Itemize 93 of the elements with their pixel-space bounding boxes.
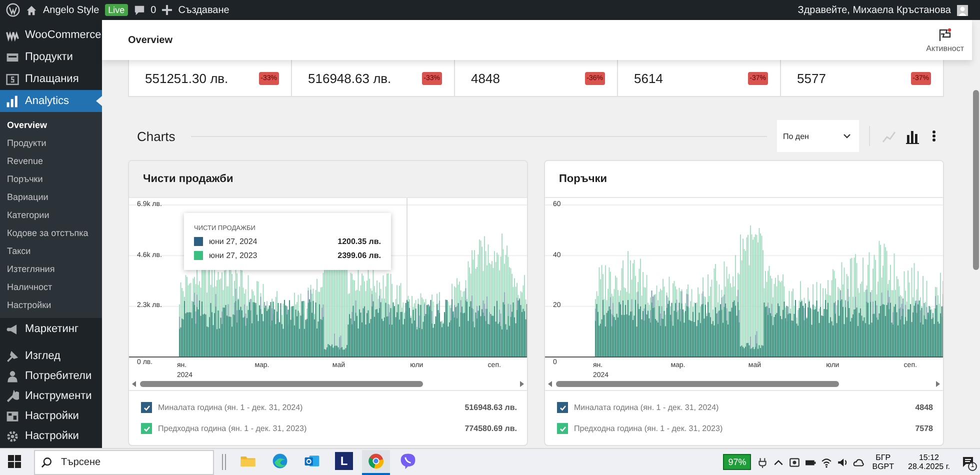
megaphone-icon (6, 322, 19, 336)
legend-value: 4848 (915, 403, 933, 412)
box-icon (6, 50, 19, 64)
comment-count: 0 (150, 4, 156, 16)
submenu-item[interactable]: Настройки (0, 296, 102, 314)
sidebar-item[interactable]: Потребители (0, 366, 102, 386)
edge-icon (271, 452, 289, 470)
section-title: Charts (137, 128, 176, 144)
dollar-icon (6, 72, 19, 86)
wrench-icon (6, 390, 19, 402)
legend-label: Предходна година (ян. 1 - дек. 31, 2023) (574, 424, 723, 433)
submenu-item[interactable]: Overview (0, 116, 102, 134)
sidebar-item[interactable]: Инструменти (0, 386, 102, 406)
new-content-link[interactable]: Създаване (178, 4, 230, 16)
submenu-item[interactable]: Такси (0, 242, 102, 260)
avatar-icon[interactable] (957, 4, 968, 16)
sidebar-item[interactable]: Настройки (0, 426, 102, 446)
chat-bubble-icon (399, 452, 417, 470)
taskbar-app-button[interactable]: L (330, 450, 358, 474)
sidebar-item[interactable]: Плащания (0, 68, 102, 90)
stat-value: 551251.30 лв. (145, 70, 228, 86)
legend-checkbox[interactable] (141, 402, 152, 413)
scroll-left-icon[interactable] (548, 381, 553, 387)
scrollbar-thumb[interactable] (973, 90, 979, 270)
bar-chart-icon (905, 128, 920, 144)
stat-value: 5614 (634, 70, 663, 86)
legend-label: Миналата година (ян. 1 - дек. 31, 2024) (574, 403, 719, 412)
panel-icon (6, 410, 19, 422)
device-icon[interactable] (789, 456, 800, 468)
submenu-item[interactable]: Наличност (0, 278, 102, 296)
stat-value: 516948.63 лв. (308, 70, 392, 86)
submenu-item[interactable]: Категории (0, 206, 102, 224)
sidebar-item[interactable]: Маркетинг (0, 318, 102, 340)
bar-chart-icon (6, 94, 19, 108)
stat-value: 4848 (471, 70, 500, 86)
taskbar-app-button[interactable] (362, 450, 390, 474)
plug-icon[interactable] (757, 456, 768, 468)
sidebar-item[interactable]: Настройки (0, 406, 102, 426)
sidebar-item[interactable]: Изглед (0, 346, 102, 366)
card-title: Поръчки (559, 173, 608, 185)
card-title: Чисти продажби (143, 173, 234, 185)
speaker-icon[interactable] (837, 456, 848, 468)
legend-value: 774580.69 лв. (464, 424, 517, 433)
submenu-item[interactable]: Продукти (0, 134, 102, 152)
site-name-link[interactable]: Angelo Style (43, 4, 100, 16)
tooltip-date: юни 27, 2023 (209, 251, 258, 260)
gear-icon (6, 430, 19, 442)
activity-button[interactable]: Активност (926, 28, 964, 52)
sidebar-item[interactable]: Analytics (0, 90, 102, 112)
input-language-button[interactable]: БГР BGPT (872, 453, 894, 471)
sidebar-item[interactable]: WooCommerce (0, 24, 102, 46)
sidebar-item[interactable]: Продукти (0, 46, 102, 68)
page-title: Overview (128, 34, 174, 46)
scroll-left-icon[interactable] (132, 381, 137, 387)
scroll-right-icon[interactable] (935, 381, 940, 387)
legend-label: Миналата година (ян. 1 - дек. 31, 2024) (158, 403, 303, 412)
home-icon[interactable] (26, 4, 37, 16)
submenu-item[interactable]: Revenue (0, 152, 102, 170)
scroll-right-icon[interactable] (519, 381, 524, 387)
submenu-item[interactable]: Поръчки (0, 170, 102, 188)
legend-checkbox[interactable] (141, 423, 152, 434)
legend-value: 516948.63 лв. (464, 403, 517, 412)
submenu-item[interactable]: Вариации (0, 188, 102, 206)
brush-icon (6, 350, 19, 362)
submenu-item[interactable]: Изтегляния (0, 260, 102, 278)
legend-label: Предходна година (ян. 1 - дек. 31, 2023) (158, 424, 307, 433)
stat-value: 5577 (797, 70, 826, 86)
chevron-down-icon (843, 132, 851, 140)
clock-button[interactable]: 15:12 28.4.2025 г. (908, 453, 950, 471)
tooltip-value: 2399.06 лв. (338, 251, 381, 260)
legend-value: 7578 (915, 424, 933, 433)
cloud-icon[interactable] (853, 456, 864, 468)
wifi-icon[interactable] (821, 456, 832, 468)
chrome-icon (367, 452, 385, 470)
live-badge: Live (105, 4, 128, 16)
tooltip-value: 1200.35 лв. (338, 237, 381, 246)
scrollbar-thumb[interactable] (140, 381, 423, 387)
greeting-link[interactable]: Здравейте, Михаела Кръстанова (798, 4, 951, 16)
legend-checkbox[interactable] (557, 402, 568, 413)
submenu-item[interactable]: Кодове за отстъпка (0, 224, 102, 242)
battery-level: 97% (723, 454, 752, 470)
legend-checkbox[interactable] (557, 423, 568, 434)
tooltip-date: юни 27, 2024 (209, 237, 258, 246)
user-icon (6, 370, 19, 382)
search-icon (41, 456, 52, 468)
plus-icon[interactable] (162, 5, 172, 15)
interval-select[interactable]: По ден (777, 120, 859, 152)
comment-icon[interactable] (134, 4, 145, 16)
wordpress-logo-icon[interactable] (6, 3, 20, 17)
flag-icon (938, 28, 952, 42)
search-field[interactable]: Търсене (34, 450, 214, 474)
scrollbar-thumb[interactable] (556, 381, 839, 387)
windows-logo-icon (8, 454, 20, 468)
